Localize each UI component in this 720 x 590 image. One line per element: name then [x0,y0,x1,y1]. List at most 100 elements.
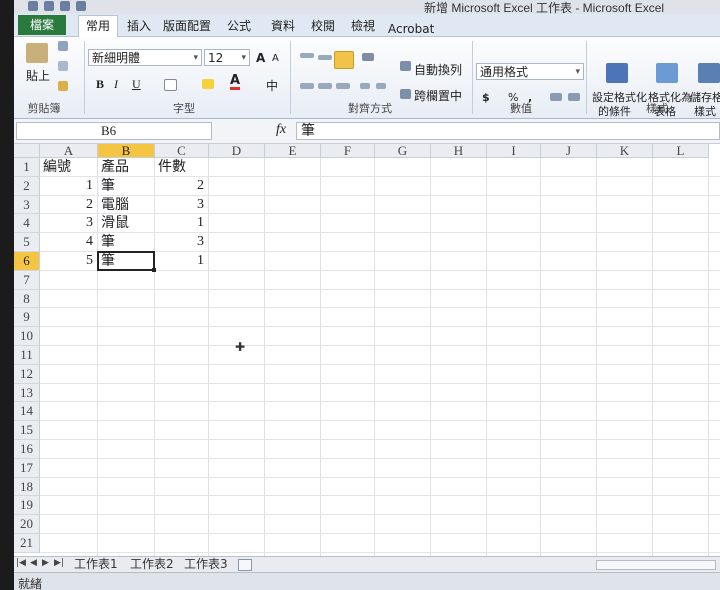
header-cell[interactable]: 件數 [158,158,204,176]
tab-formulas[interactable]: 公式 [224,17,254,36]
cell-quantity[interactable]: 2 [158,177,204,195]
row-header-8[interactable]: 8 [14,289,40,309]
orientation-icon[interactable] [362,53,374,61]
column-header-j[interactable]: J [541,144,597,158]
fill-color-icon[interactable] [202,79,214,89]
row-header-19[interactable]: 19 [14,496,40,516]
column-header-c[interactable]: C [155,144,209,158]
align-bottom-icon[interactable] [334,51,354,69]
paste-button[interactable]: 貼上 [26,67,50,84]
insert-function-button[interactable]: fx [276,122,286,138]
last-sheet-icon[interactable]: ▶| [54,558,64,568]
row-header-2[interactable]: 2 [14,176,40,196]
tab-insert[interactable]: 插入 [122,17,156,36]
align-top-icon[interactable] [300,53,314,58]
row-header-16[interactable]: 16 [14,440,40,459]
name-box[interactable]: B6 [16,122,212,140]
row-header-3[interactable]: 3 [14,195,40,215]
column-header-b[interactable]: B [98,144,155,158]
increase-indent-icon[interactable] [376,83,386,89]
header-cell[interactable]: 產品 [101,158,150,176]
column-header-a[interactable]: A [40,144,98,158]
column-header-h[interactable]: H [431,144,487,158]
tab-page-layout[interactable]: 版面配置 [162,17,212,36]
grow-font-button[interactable]: A [256,51,265,65]
merge-center-button[interactable]: 跨欄置中 [414,87,462,104]
currency-button[interactable]: $ [482,91,490,104]
redo-icon[interactable] [76,1,86,11]
sheet-tab-3[interactable]: 工作表3 [184,557,228,572]
column-header-d[interactable]: D [209,144,265,158]
align-left-icon[interactable] [300,83,314,89]
row-header-17[interactable]: 17 [14,458,40,478]
font-size-select[interactable]: 12 [204,49,250,67]
align-middle-icon[interactable] [318,55,332,60]
undo-icon[interactable] [60,1,70,11]
align-center-icon[interactable] [318,83,332,89]
format-painter-icon[interactable] [58,81,68,91]
borders-icon[interactable] [164,79,177,91]
sheet-tab-1[interactable]: 工作表1 [74,557,118,572]
cell-number[interactable]: 5 [43,252,93,270]
column-header-l[interactable]: L [653,144,709,158]
italic-button[interactable]: I [114,77,118,92]
column-header-k[interactable]: K [597,144,653,158]
row-header-4[interactable]: 4 [14,214,40,234]
shrink-font-button[interactable]: A [272,53,279,64]
prev-sheet-icon[interactable]: ◀ [30,558,37,568]
row-header-13[interactable]: 13 [14,383,40,403]
cell-product[interactable]: 筆 [101,233,150,251]
decrease-decimal-icon[interactable] [568,93,580,101]
row-header-5[interactable]: 5 [14,233,40,252]
paste-icon[interactable] [26,43,48,63]
worksheet-grid[interactable]: A B C D E F G H I J K L 1 2 3 4 5 6 7 8 9 10 11 12 13 14 15 16 17 18 1… [14,144,720,556]
row-header-21[interactable]: 21 [14,534,40,553]
wrap-text-button[interactable]: 自動換列 [414,61,462,78]
tab-view[interactable]: 檢視 [348,17,378,36]
phonetic-button[interactable]: 中 [266,77,278,94]
bold-button[interactable]: B [96,77,104,92]
row-header-1[interactable]: 1 [14,158,40,177]
cell-quantity[interactable]: 1 [158,252,204,270]
column-header-f[interactable]: F [321,144,375,158]
formula-input[interactable]: 筆 [296,122,720,140]
cell-quantity[interactable]: 3 [158,233,204,251]
first-sheet-icon[interactable]: |◀ [16,558,26,568]
font-color-button[interactable]: A [230,74,241,90]
cell-product[interactable]: 電腦 [101,196,150,214]
row-header-18[interactable]: 18 [14,477,40,497]
cell-quantity[interactable]: 1 [158,214,204,232]
copy-icon[interactable] [58,61,68,71]
row-header-14[interactable]: 14 [14,402,40,422]
row-header-9[interactable]: 9 [14,308,40,328]
cell-product[interactable]: 滑鼠 [101,214,150,232]
number-format-select[interactable]: 通用格式 [476,63,584,81]
horizontal-scrollbar[interactable] [596,560,716,570]
column-header-e[interactable]: E [265,144,321,158]
cut-icon[interactable] [58,41,68,51]
column-header-g[interactable]: G [375,144,431,158]
increase-decimal-icon[interactable] [550,93,562,101]
cell-number[interactable]: 1 [43,177,93,195]
row-header-7[interactable]: 7 [14,270,40,290]
column-header-i[interactable]: I [487,144,541,158]
next-sheet-icon[interactable]: ▶ [42,558,49,568]
tab-home[interactable]: 常用 [78,15,118,37]
row-header-20[interactable]: 20 [14,515,40,534]
row-header-15[interactable]: 15 [14,421,40,440]
cell-number[interactable]: 2 [43,196,93,214]
underline-button[interactable]: U [132,77,141,92]
cell-number[interactable]: 3 [43,214,93,232]
sheet-tab-2[interactable]: 工作表2 [130,557,174,572]
row-header-6[interactable]: 6 [14,252,40,271]
cell-number[interactable]: 4 [43,233,93,251]
tab-file[interactable]: 檔案 [18,15,66,35]
save-icon[interactable] [44,1,54,11]
insert-sheet-icon[interactable] [238,559,252,571]
header-cell[interactable]: 編號 [43,158,93,176]
decrease-indent-icon[interactable] [360,83,370,89]
cell-product[interactable]: 筆 [101,177,150,195]
tab-review[interactable]: 校閱 [308,17,338,36]
row-header-11[interactable]: 11 [14,346,40,365]
row-header-10[interactable]: 10 [14,327,40,346]
